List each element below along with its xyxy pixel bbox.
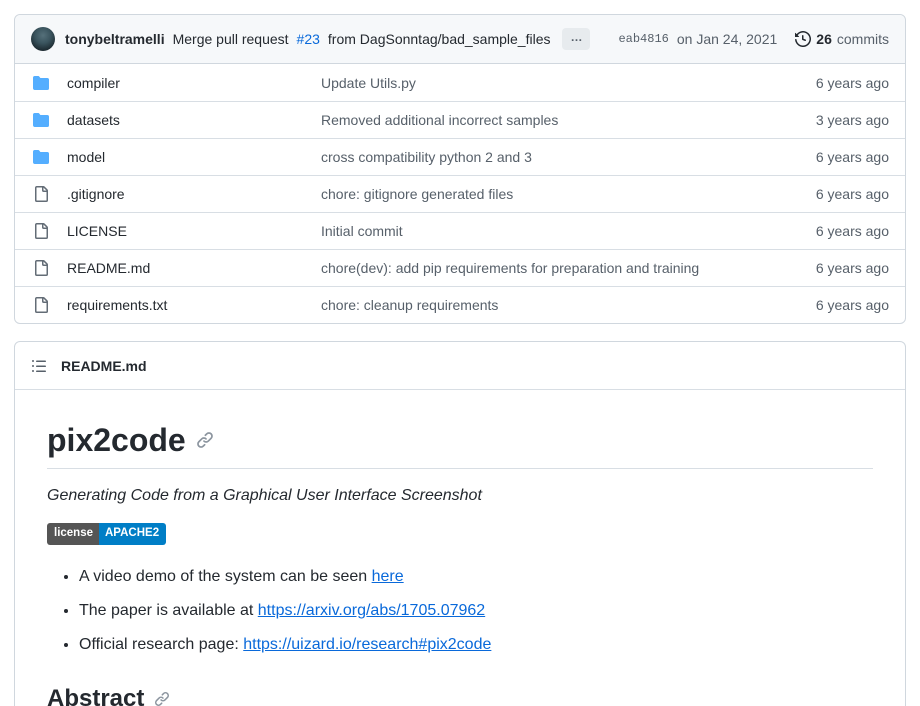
file-icon: [33, 186, 53, 202]
commits-count: 26: [816, 31, 832, 47]
abstract-heading-text: Abstract: [47, 685, 144, 706]
bullet-text: The paper is available at: [79, 602, 258, 619]
file-name-link[interactable]: requirements.txt: [67, 297, 307, 313]
file-row: model cross compatibility python 2 and 3…: [15, 138, 905, 175]
file-commit-message-link[interactable]: cross compatibility python 2 and 3: [321, 149, 765, 165]
bullet-text: A video demo of the system can be seen: [79, 568, 372, 585]
file-name-link[interactable]: LICENSE: [67, 223, 307, 239]
file-row: compiler Update Utils.py 6 years ago: [15, 64, 905, 101]
file-name-link[interactable]: datasets: [67, 112, 307, 128]
file-name-link[interactable]: compiler: [67, 75, 307, 91]
heading-anchor-link-icon[interactable]: [154, 691, 170, 706]
readme-title-heading: pix2code: [47, 420, 873, 469]
commit-message-branch-link[interactable]: from DagSonntag/bad_sample_files: [328, 31, 551, 47]
commit-history-link[interactable]: 26 commits: [795, 31, 889, 47]
file-icon: [33, 297, 53, 313]
list-unordered-icon[interactable]: [31, 358, 47, 374]
file-commit-message-link[interactable]: chore(dev): add pip requirements for pre…: [321, 260, 765, 276]
readme-subtitle: Generating Code from a Graphical User In…: [47, 487, 873, 505]
bullet-text: Official research page:: [79, 636, 243, 653]
file-age: 6 years ago: [779, 186, 889, 202]
readme-file-title: README.md: [61, 358, 147, 374]
commit-meta: eab4816 on Jan 24, 2021 26 commits: [618, 31, 889, 47]
readme-title-text: pix2code: [47, 420, 186, 460]
list-item: The paper is available at https://arxiv.…: [79, 597, 873, 625]
latest-commit-bar: tonybeltramelli Merge pull request #23 f…: [15, 15, 905, 64]
readme-card: README.md pix2code Generating Code from …: [14, 341, 906, 706]
history-icon: [795, 31, 811, 47]
commit-sha-link[interactable]: eab4816: [618, 32, 668, 46]
file-icon: [33, 260, 53, 276]
file-commit-message-link[interactable]: Initial commit: [321, 223, 765, 239]
file-name-link[interactable]: .gitignore: [67, 186, 307, 202]
file-row: LICENSE Initial commit 6 years ago: [15, 212, 905, 249]
file-age: 6 years ago: [779, 297, 889, 313]
folder-icon: [33, 149, 53, 165]
badge-label: license: [47, 523, 99, 545]
license-badge[interactable]: license APACHE2: [47, 523, 166, 545]
readme-content: pix2code Generating Code from a Graphica…: [15, 390, 905, 706]
file-age: 6 years ago: [779, 223, 889, 239]
arxiv-paper-link[interactable]: https://arxiv.org/abs/1705.07962: [258, 602, 485, 619]
commit-author-link[interactable]: tonybeltramelli: [65, 31, 165, 47]
commits-label: commits: [837, 31, 889, 47]
file-age: 3 years ago: [779, 112, 889, 128]
file-commit-message-link[interactable]: chore: cleanup requirements: [321, 297, 765, 313]
folder-icon: [33, 75, 53, 91]
file-commit-message-link[interactable]: chore: gitignore generated files: [321, 186, 765, 202]
pr-number-link[interactable]: #23: [297, 31, 320, 47]
file-icon: [33, 223, 53, 239]
file-name-link[interactable]: README.md: [67, 260, 307, 276]
file-commit-message-link[interactable]: Update Utils.py: [321, 75, 765, 91]
expand-commit-message-button[interactable]: …: [562, 28, 590, 50]
commit-message-link[interactable]: Merge pull request: [173, 31, 289, 47]
file-name-link[interactable]: model: [67, 149, 307, 165]
file-browser-card: tonybeltramelli Merge pull request #23 f…: [14, 14, 906, 324]
file-row: datasets Removed additional incorrect sa…: [15, 101, 905, 138]
file-age: 6 years ago: [779, 149, 889, 165]
list-item: A video demo of the system can be seen h…: [79, 563, 873, 591]
file-row: .gitignore chore: gitignore generated fi…: [15, 175, 905, 212]
file-commit-message-link[interactable]: Removed additional incorrect samples: [321, 112, 765, 128]
author-avatar[interactable]: [31, 27, 55, 51]
heading-anchor-link-icon[interactable]: [196, 431, 214, 449]
list-item: Official research page: https://uizard.i…: [79, 631, 873, 659]
video-demo-link[interactable]: here: [372, 568, 404, 585]
file-row: README.md chore(dev): add pip requiremen…: [15, 249, 905, 286]
file-row: requirements.txt chore: cleanup requirem…: [15, 286, 905, 323]
commit-date: on Jan 24, 2021: [677, 31, 777, 47]
abstract-heading: Abstract: [47, 685, 873, 706]
badge-value: APACHE2: [99, 523, 166, 545]
repo-page: tonybeltramelli Merge pull request #23 f…: [0, 0, 920, 706]
readme-header: README.md: [15, 342, 905, 390]
folder-icon: [33, 112, 53, 128]
file-age: 6 years ago: [779, 75, 889, 91]
research-page-link[interactable]: https://uizard.io/research#pix2code: [243, 636, 491, 653]
file-age: 6 years ago: [779, 260, 889, 276]
readme-bullet-list: A video demo of the system can be seen h…: [47, 563, 873, 659]
